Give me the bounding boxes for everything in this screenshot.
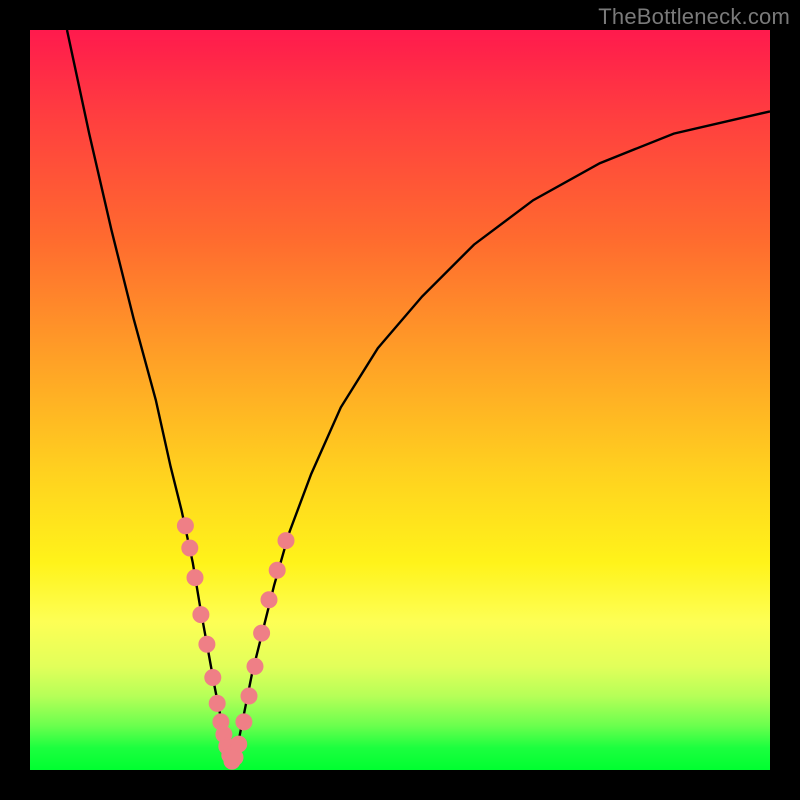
marker-group [177,518,294,769]
marker-dot [177,518,193,534]
marker-dot [236,714,252,730]
marker-dot [182,540,198,556]
right-curve [232,111,770,762]
marker-dot [241,688,257,704]
marker-dot [254,625,270,641]
marker-dot [187,570,203,586]
marker-dot [269,562,285,578]
chart-svg [30,30,770,770]
marker-dot [205,670,221,686]
marker-dot [278,533,294,549]
left-curve [67,30,232,763]
marker-dot [247,658,263,674]
watermark-text: TheBottleneck.com [598,4,790,30]
marker-dot [193,607,209,623]
marker-dot [231,736,247,752]
chart-frame: TheBottleneck.com [0,0,800,800]
plot-area [30,30,770,770]
curve-group [67,30,770,763]
marker-dot [261,592,277,608]
marker-dot [199,636,215,652]
marker-dot [209,695,225,711]
